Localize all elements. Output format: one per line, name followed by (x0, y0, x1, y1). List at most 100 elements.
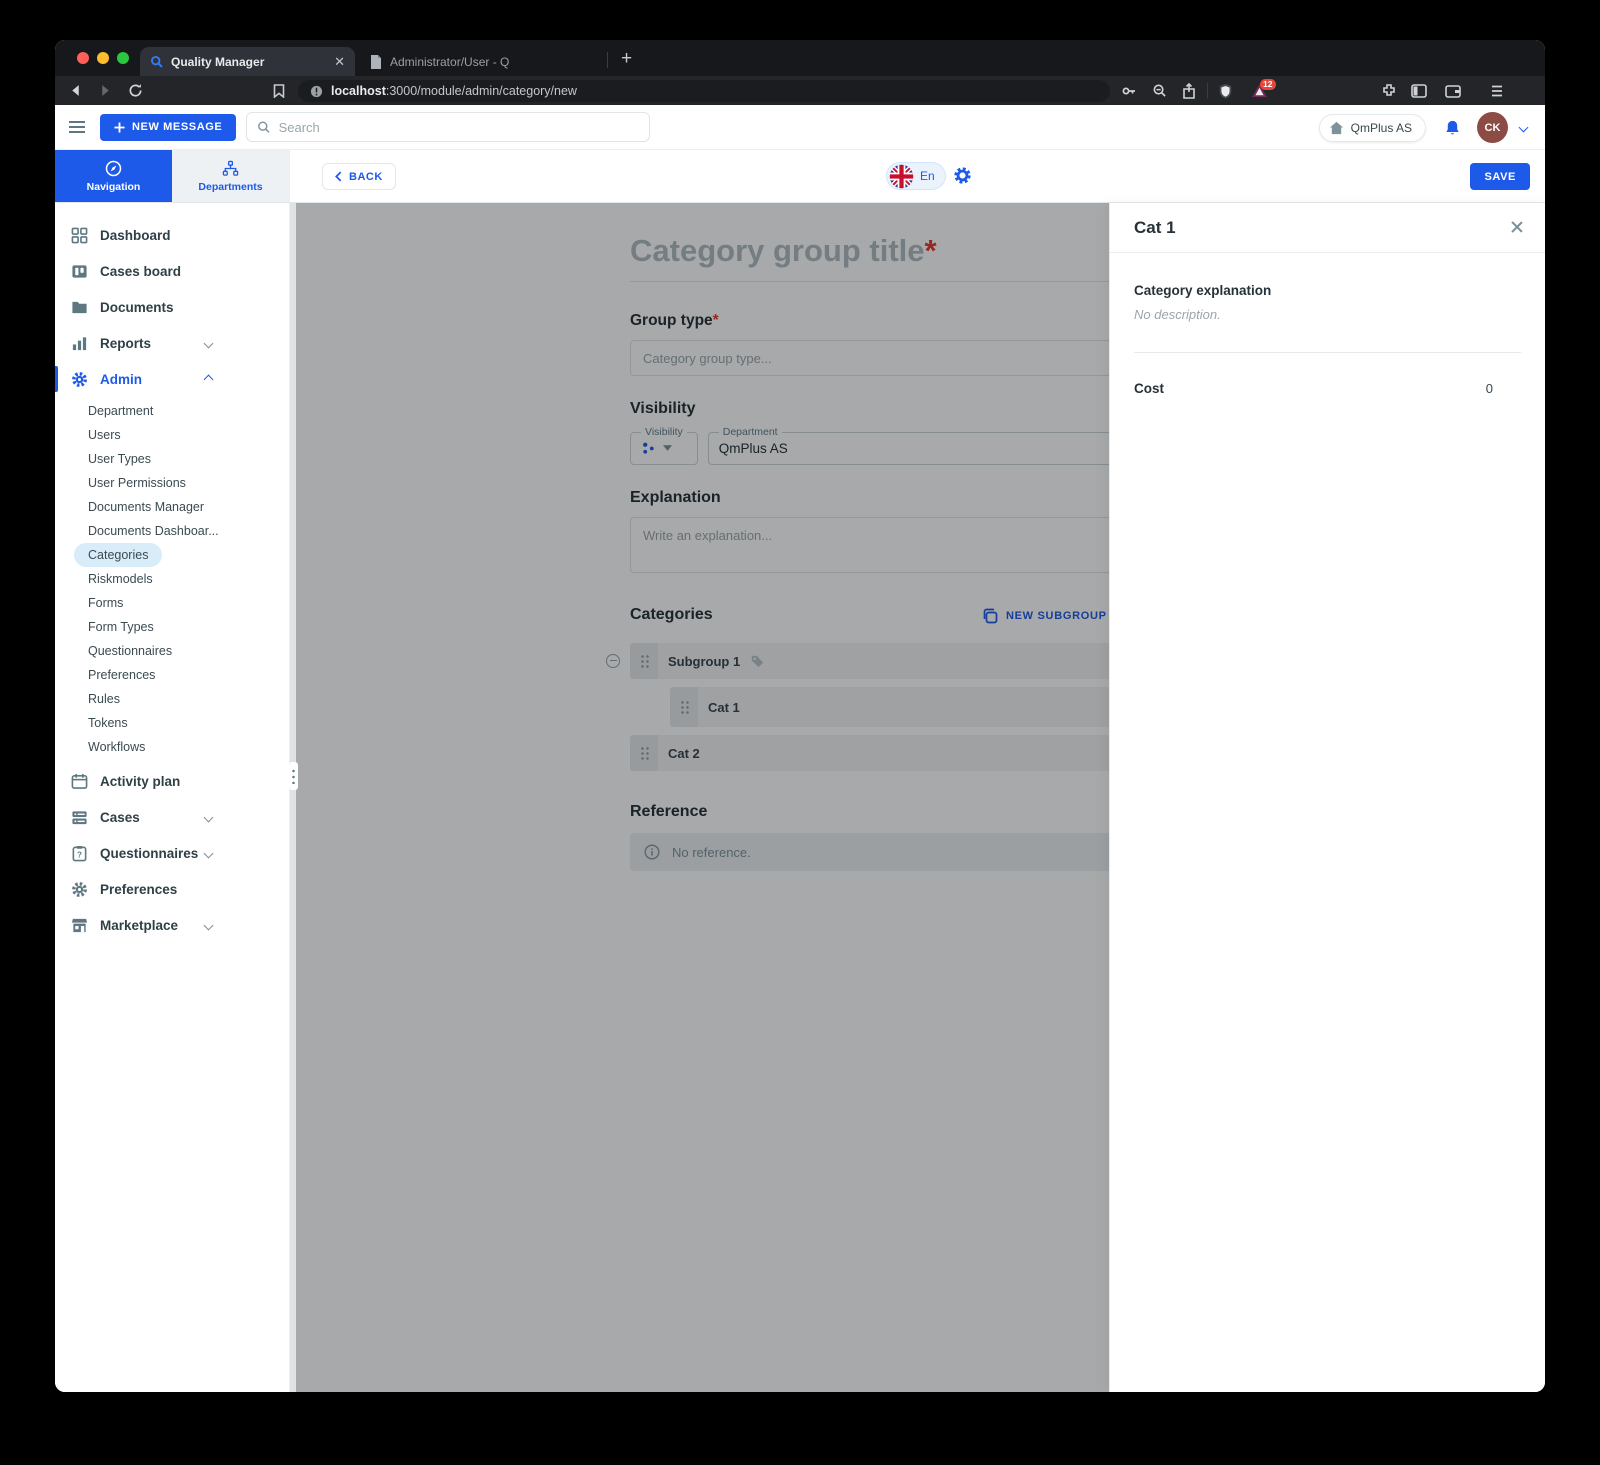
dashboard-icon (71, 227, 88, 243)
sidebar-resize-rail (289, 203, 298, 1392)
sidebar-item-documents[interactable]: Documents (55, 289, 289, 325)
sidebar-item-cases-board[interactable]: Cases board (55, 253, 289, 289)
tab-quality-manager[interactable]: Quality Manager ✕ (140, 47, 355, 76)
submenu-item-preferences[interactable]: Preferences (74, 663, 169, 687)
close-tab-icon[interactable]: ✕ (334, 54, 345, 70)
url-host: localhost (331, 84, 386, 98)
sidebar-item-admin[interactable]: Admin (55, 361, 289, 397)
minimize-window-button[interactable] (97, 52, 109, 64)
submenu-item-form-types[interactable]: Form Types (74, 615, 168, 639)
close-panel-icon[interactable] (1509, 219, 1525, 235)
new-message-button[interactable]: NEW MESSAGE (100, 113, 237, 141)
site-info-icon[interactable] (310, 85, 323, 98)
global-search[interactable] (246, 112, 651, 142)
extension-triangle-icon[interactable]: 12 (1247, 76, 1276, 105)
extensions-puzzle-icon[interactable] (1377, 76, 1401, 105)
sidebar-item-preferences[interactable]: Preferences (55, 871, 289, 907)
browser-tabstrip: Quality Manager ✕ Administrator/User - Q… (55, 40, 1545, 76)
app-header: NEW MESSAGE QmPlus AS CK (55, 105, 1545, 150)
settings-gear-icon[interactable] (953, 166, 972, 190)
secondary-bar: Navigation Departments BACK En SAVE (55, 150, 1545, 203)
close-window-button[interactable] (77, 52, 89, 64)
submenu-item-forms[interactable]: Forms (74, 591, 137, 615)
org-chart-icon (222, 160, 239, 176)
plus-icon (114, 121, 125, 133)
uk-flag-icon (889, 164, 914, 188)
notifications-bell-icon[interactable] (1444, 119, 1461, 137)
submenu-item-rules[interactable]: Rules (74, 687, 134, 711)
back-nav-icon[interactable] (63, 76, 87, 105)
extension-badge: 12 (1260, 79, 1276, 90)
sidebar-item-questionnaires[interactable]: ? Questionnaires (55, 835, 289, 871)
bookmark-icon[interactable] (267, 76, 291, 105)
tab-title: Quality Manager (171, 54, 265, 69)
tab-administrator-user[interactable]: Administrator/User - Q (360, 47, 605, 76)
sidebar-item-reports[interactable]: Reports (55, 325, 289, 361)
calendar-icon (71, 773, 88, 789)
document-favicon (370, 54, 382, 69)
submenu-item-users[interactable]: Users (74, 423, 135, 447)
submenu-item-documents-dashboard[interactable]: Documents Dashboar... (74, 519, 233, 543)
svg-text:?: ? (77, 850, 82, 859)
browser-menu-icon[interactable] (1485, 76, 1509, 105)
questionnaire-icon: ? (72, 845, 87, 861)
save-button[interactable]: SAVE (1470, 163, 1530, 190)
admin-submenu: Department Users User Types User Permiss… (55, 397, 289, 763)
folder-icon (72, 301, 87, 313)
search-input[interactable] (278, 119, 640, 135)
sidebar-item-dashboard[interactable]: Dashboard (55, 217, 289, 253)
maximize-window-button[interactable] (117, 52, 129, 64)
submenu-item-user-permissions[interactable]: User Permissions (74, 471, 200, 495)
user-avatar[interactable]: CK (1477, 112, 1508, 143)
new-tab-button[interactable]: + (621, 48, 632, 70)
forward-nav-icon[interactable] (93, 76, 117, 105)
submenu-item-workflows[interactable]: Workflows (74, 735, 159, 759)
sidebar-navigation: Dashboard Cases board Documents Reports … (55, 203, 290, 1392)
home-icon (1329, 121, 1343, 134)
sidebar-tab-departments[interactable]: Departments (172, 150, 289, 202)
sidebar-tab-navigation[interactable]: Navigation (55, 150, 172, 202)
quality-manager-favicon (150, 55, 163, 68)
cost-value: 0 (1485, 381, 1493, 396)
chevron-down-icon (203, 812, 214, 822)
submenu-item-tokens[interactable]: Tokens (74, 711, 142, 735)
brave-shield-icon[interactable] (1213, 76, 1237, 105)
category-explanation-label: Category explanation (1134, 283, 1272, 298)
sidebar-item-activity-plan[interactable]: Activity plan (55, 763, 289, 799)
main-content-area: Category group title* Group type* Visibi… (289, 203, 1545, 1392)
sidebar-item-marketplace[interactable]: Marketplace (55, 907, 289, 943)
organization-chip[interactable]: QmPlus AS (1318, 113, 1426, 142)
submenu-item-riskmodels[interactable]: Riskmodels (74, 567, 167, 591)
toolbar-separator (1207, 83, 1208, 98)
storefront-icon (71, 918, 88, 932)
admin-gear-icon (72, 371, 87, 387)
browser-toolbar: localhost:3000/module/admin/category/new… (55, 76, 1545, 105)
submenu-item-questionnaires[interactable]: Questionnaires (74, 639, 186, 663)
zoom-out-icon[interactable] (1147, 76, 1171, 105)
sidebar-panel-icon[interactable] (1407, 76, 1431, 105)
sidebar-item-cases[interactable]: Cases (55, 799, 289, 835)
language-code: En (920, 169, 935, 183)
password-key-icon[interactable] (1117, 76, 1141, 105)
chevron-up-icon (203, 374, 214, 384)
back-button[interactable]: BACK (322, 163, 396, 190)
submenu-item-documents-manager[interactable]: Documents Manager (74, 495, 218, 519)
reload-icon[interactable] (123, 76, 147, 105)
submenu-item-department[interactable]: Department (74, 399, 167, 423)
app-menu-icon[interactable] (69, 121, 85, 133)
chevron-down-icon (203, 848, 214, 858)
url-path: :3000/module/admin/category/new (385, 84, 577, 98)
wallet-icon[interactable] (1441, 76, 1465, 105)
submenu-item-user-types[interactable]: User Types (74, 447, 165, 471)
share-icon[interactable] (1177, 76, 1201, 105)
cases-icon (72, 810, 87, 824)
url-bar[interactable]: localhost:3000/module/admin/category/new (298, 80, 1110, 102)
language-selector[interactable]: En (886, 162, 946, 190)
submenu-item-categories[interactable]: Categories (74, 543, 163, 567)
panel-title: Cat 1 (1134, 217, 1176, 237)
bar-chart-icon (72, 336, 87, 350)
cost-label: Cost (1134, 381, 1164, 396)
resize-handle[interactable] (289, 762, 298, 790)
kanban-icon (72, 264, 87, 278)
user-menu-chevron-icon[interactable] (1518, 122, 1529, 133)
